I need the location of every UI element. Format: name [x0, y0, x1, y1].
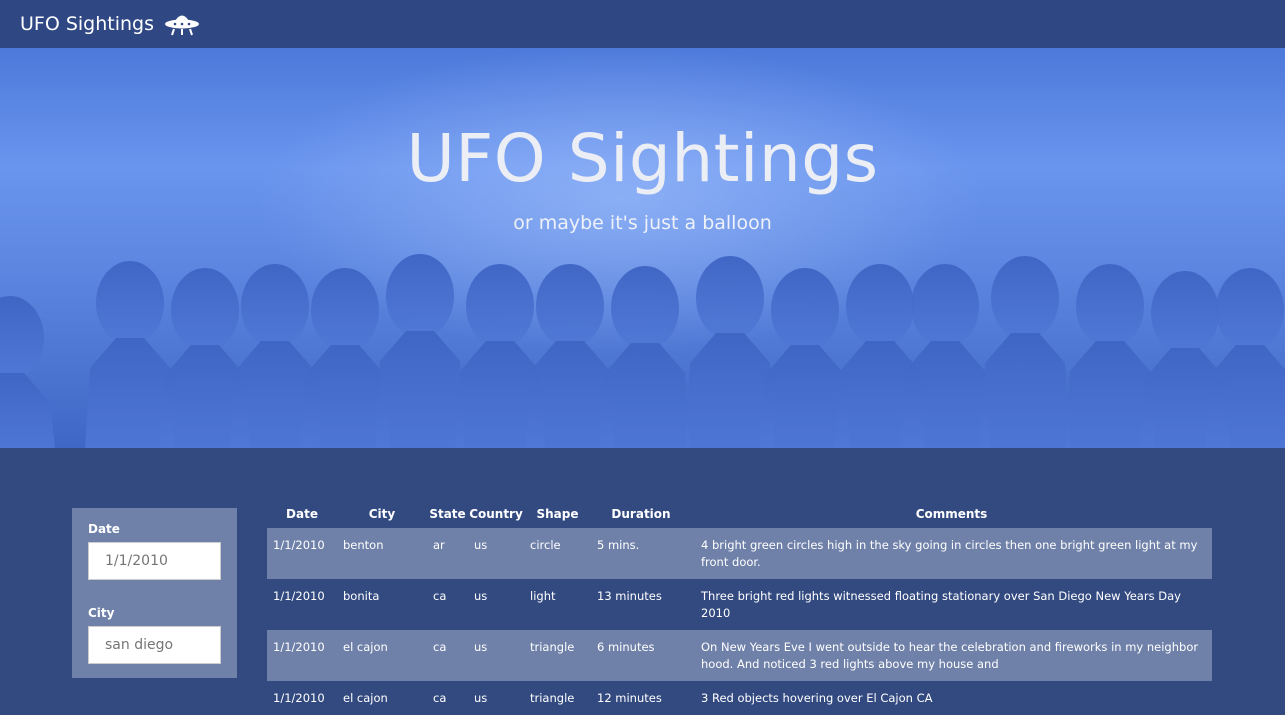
cell-comments: 3 Red objects hovering over El Cajon CA	[691, 681, 1212, 715]
navbar: UFO Sightings	[0, 0, 1285, 48]
cell-country: us	[468, 528, 524, 579]
brand-text: UFO Sightings	[20, 13, 155, 35]
header-date[interactable]: Date	[267, 500, 337, 528]
cell-shape: circle	[524, 528, 591, 579]
header-shape[interactable]: Shape	[524, 500, 591, 528]
cell-country: us	[468, 630, 524, 681]
sightings-table: Date City State Country Shape Duration C…	[267, 500, 1212, 715]
header-city[interactable]: City	[337, 500, 427, 528]
cell-comments: 4 bright green circles high in the sky g…	[691, 528, 1212, 579]
cell-country: us	[468, 681, 524, 715]
cell-city: bonita	[337, 579, 427, 630]
cell-duration: 13 minutes	[591, 579, 691, 630]
cell-country: us	[468, 579, 524, 630]
hero-title: UFO Sightings	[406, 120, 879, 197]
cell-comments: Three bright red lights witnessed floati…	[691, 579, 1212, 630]
header-country[interactable]: Country	[468, 500, 524, 528]
alien-crowd-image	[0, 254, 1285, 448]
cell-duration: 12 minutes	[591, 681, 691, 715]
brand-link[interactable]: UFO Sightings	[20, 11, 200, 37]
cell-shape: light	[524, 579, 591, 630]
cell-state: ca	[427, 681, 468, 715]
table-row: 1/1/2010 bonita ca us light 13 minutes T…	[267, 579, 1212, 630]
cell-date: 1/1/2010	[267, 528, 337, 579]
cell-date: 1/1/2010	[267, 681, 337, 715]
cell-state: ar	[427, 528, 468, 579]
header-state[interactable]: State	[427, 500, 468, 528]
table-header-row: Date City State Country Shape Duration C…	[267, 500, 1212, 528]
header-duration[interactable]: Duration	[591, 500, 691, 528]
city-filter-input[interactable]	[88, 626, 221, 664]
cell-city: el cajon	[337, 681, 427, 715]
ufo-icon	[164, 11, 200, 37]
header-comments[interactable]: Comments	[691, 500, 1212, 528]
date-filter-label: Date	[88, 522, 120, 536]
table-row: 1/1/2010 benton ar us circle 5 mins. 4 b…	[267, 528, 1212, 579]
cell-date: 1/1/2010	[267, 579, 337, 630]
filter-panel: Date City	[72, 508, 237, 678]
hero-banner: UFO Sightings or maybe it's just a ballo…	[0, 48, 1285, 448]
date-filter-input[interactable]	[88, 542, 221, 580]
cell-duration: 5 mins.	[591, 528, 691, 579]
sightings-table-wrapper: Date City State Country Shape Duration C…	[267, 500, 1212, 715]
table-row: 1/1/2010 el cajon ca us triangle 6 minut…	[267, 630, 1212, 681]
cell-duration: 6 minutes	[591, 630, 691, 681]
cell-shape: triangle	[524, 630, 591, 681]
cell-date: 1/1/2010	[267, 630, 337, 681]
cell-state: ca	[427, 630, 468, 681]
city-filter-label: City	[88, 606, 115, 620]
cell-city: benton	[337, 528, 427, 579]
table-row: 1/1/2010 el cajon ca us triangle 12 minu…	[267, 681, 1212, 715]
cell-shape: triangle	[524, 681, 591, 715]
cell-comments: On New Years Eve I went outside to hear …	[691, 630, 1212, 681]
hero-subtitle: or maybe it's just a balloon	[513, 212, 772, 234]
cell-state: ca	[427, 579, 468, 630]
cell-city: el cajon	[337, 630, 427, 681]
